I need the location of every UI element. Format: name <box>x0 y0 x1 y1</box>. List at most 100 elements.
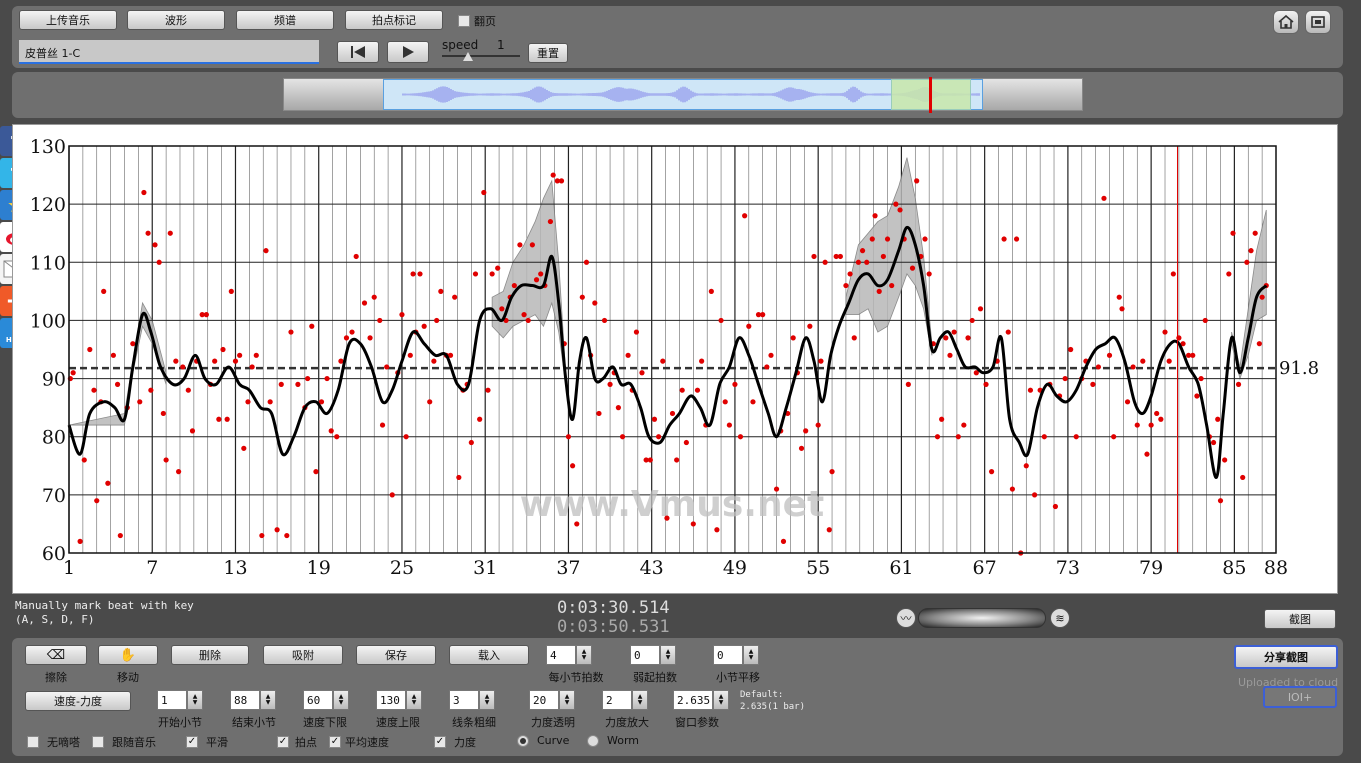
beat-point[interactable] <box>647 457 653 463</box>
beat-point[interactable] <box>1252 230 1258 236</box>
beat-point[interactable] <box>790 335 796 341</box>
beat-point[interactable] <box>1090 381 1096 387</box>
beat-point[interactable] <box>619 434 626 440</box>
beat-point[interactable] <box>822 259 828 265</box>
beat-point[interactable] <box>1140 358 1146 364</box>
dynamics-scale-stepper[interactable]: 2 ▲ ▼ <box>602 690 648 710</box>
home-icon[interactable] <box>1273 10 1299 34</box>
beat-point[interactable] <box>1154 410 1160 417</box>
beat-point[interactable] <box>732 381 738 387</box>
beat-point[interactable] <box>1244 259 1250 265</box>
beat-point[interactable] <box>905 381 911 387</box>
beat-point[interactable] <box>1170 271 1176 277</box>
beat-point[interactable] <box>334 434 340 440</box>
beat-point[interactable] <box>525 317 531 324</box>
beat-point[interactable] <box>922 236 928 242</box>
beat-point[interactable] <box>550 172 556 178</box>
beat-point[interactable] <box>1259 294 1265 300</box>
beat-point[interactable] <box>224 416 230 422</box>
bar-shift-value[interactable]: 0 <box>713 645 743 665</box>
screenshot-button[interactable]: 截图 <box>1264 609 1336 629</box>
beat-point[interactable] <box>633 329 640 335</box>
beat-point[interactable] <box>596 410 602 417</box>
beat-point[interactable] <box>558 178 565 184</box>
beat-point[interactable] <box>1230 230 1236 236</box>
beat-point[interactable] <box>1052 503 1059 510</box>
beat-point[interactable] <box>615 405 621 411</box>
beat-point[interactable] <box>1240 474 1246 481</box>
beat-point[interactable] <box>811 253 817 260</box>
beat-point[interactable] <box>1041 434 1047 440</box>
beat-point[interactable] <box>156 259 162 265</box>
line-width-value[interactable]: 3 <box>449 690 479 710</box>
beat-point[interactable] <box>864 259 870 265</box>
beat-point[interactable] <box>742 213 748 219</box>
beat-point[interactable] <box>180 364 186 370</box>
beat-point[interactable] <box>421 323 427 329</box>
beat-point[interactable] <box>768 352 774 358</box>
fullscreen-icon[interactable] <box>1305 10 1331 34</box>
beat-point[interactable] <box>1148 422 1154 428</box>
beat-point[interactable] <box>189 428 196 434</box>
window-param-stepper[interactable]: 2.635 ▲ ▼ <box>673 690 729 710</box>
beat-point[interactable] <box>750 399 756 405</box>
beat-point[interactable] <box>94 498 100 504</box>
volume-slider[interactable]: 〰 ≋ <box>896 606 1072 630</box>
beat-point[interactable] <box>517 242 523 248</box>
tempo-max-arrows[interactable]: ▲ ▼ <box>406 690 422 710</box>
beat-point[interactable] <box>163 457 169 463</box>
end-bar-arrows[interactable]: ▲ ▼ <box>260 690 276 710</box>
beat-point[interactable] <box>1032 492 1038 498</box>
no-click-checkbox[interactable]: 无嘀嗒 <box>27 734 80 750</box>
beat-point[interactable] <box>160 410 166 417</box>
smooth-checkbox[interactable]: ✓ 平滑 <box>186 734 228 750</box>
beat-point[interactable] <box>237 352 243 358</box>
beat-point[interactable] <box>399 312 405 318</box>
pickup-beats-stepper[interactable]: 0 ▲ ▼ <box>630 645 676 665</box>
beat-point[interactable] <box>859 248 866 254</box>
beat-point[interactable] <box>943 335 949 341</box>
beat-point[interactable] <box>983 381 989 387</box>
beats-per-bar-stepper[interactable]: 4 ▲ ▼ <box>546 645 592 665</box>
beat-point[interactable] <box>1235 381 1242 387</box>
beat-point[interactable] <box>468 439 474 446</box>
beat-point[interactable] <box>538 271 544 277</box>
beat-point[interactable] <box>407 352 413 358</box>
beat-point[interactable] <box>379 422 386 428</box>
beat-point[interactable] <box>148 387 154 393</box>
start-bar-arrows[interactable]: ▲ ▼ <box>187 690 203 710</box>
beat-point[interactable] <box>1198 375 1204 382</box>
beat-point[interactable] <box>367 335 373 341</box>
beat-point[interactable] <box>1256 341 1262 347</box>
beat-points-box[interactable]: ✓ <box>277 736 289 748</box>
beat-point[interactable] <box>434 317 440 324</box>
beat-point[interactable] <box>939 416 945 422</box>
beat-point[interactable] <box>579 294 585 300</box>
beat-point[interactable] <box>253 352 259 358</box>
beat-point[interactable] <box>284 532 290 539</box>
pickup-beats-value[interactable]: 0 <box>630 645 660 665</box>
beat-point[interactable] <box>1162 329 1168 335</box>
beat-point[interactable] <box>267 399 273 405</box>
beat-point[interactable] <box>431 358 437 364</box>
tempo-min-stepper[interactable]: 60 ▲ ▼ <box>303 690 349 710</box>
beat-point[interactable] <box>533 277 540 283</box>
beats-per-bar-arrows[interactable]: ▲ ▼ <box>576 645 592 665</box>
curve-radio[interactable]: Curve <box>517 734 569 747</box>
beat-point[interactable] <box>114 381 121 387</box>
end-bar-stepper[interactable]: 88 ▲ ▼ <box>230 690 276 710</box>
beat-point[interactable] <box>212 358 218 364</box>
beat-point[interactable] <box>232 358 239 364</box>
beat-point[interactable] <box>1023 463 1029 469</box>
upload-music-button[interactable]: 上传音乐 <box>19 10 117 30</box>
beat-point[interactable] <box>669 410 676 417</box>
beat-point[interactable] <box>481 189 487 196</box>
beat-point[interactable] <box>472 271 479 277</box>
beats-per-bar-value[interactable]: 4 <box>546 645 576 665</box>
beat-point[interactable] <box>1226 271 1232 277</box>
beat-point[interactable] <box>328 428 334 434</box>
beat-point[interactable] <box>1119 306 1125 312</box>
beat-point[interactable] <box>565 434 572 440</box>
beat-point[interactable] <box>110 352 116 358</box>
beat-point[interactable] <box>489 271 495 277</box>
